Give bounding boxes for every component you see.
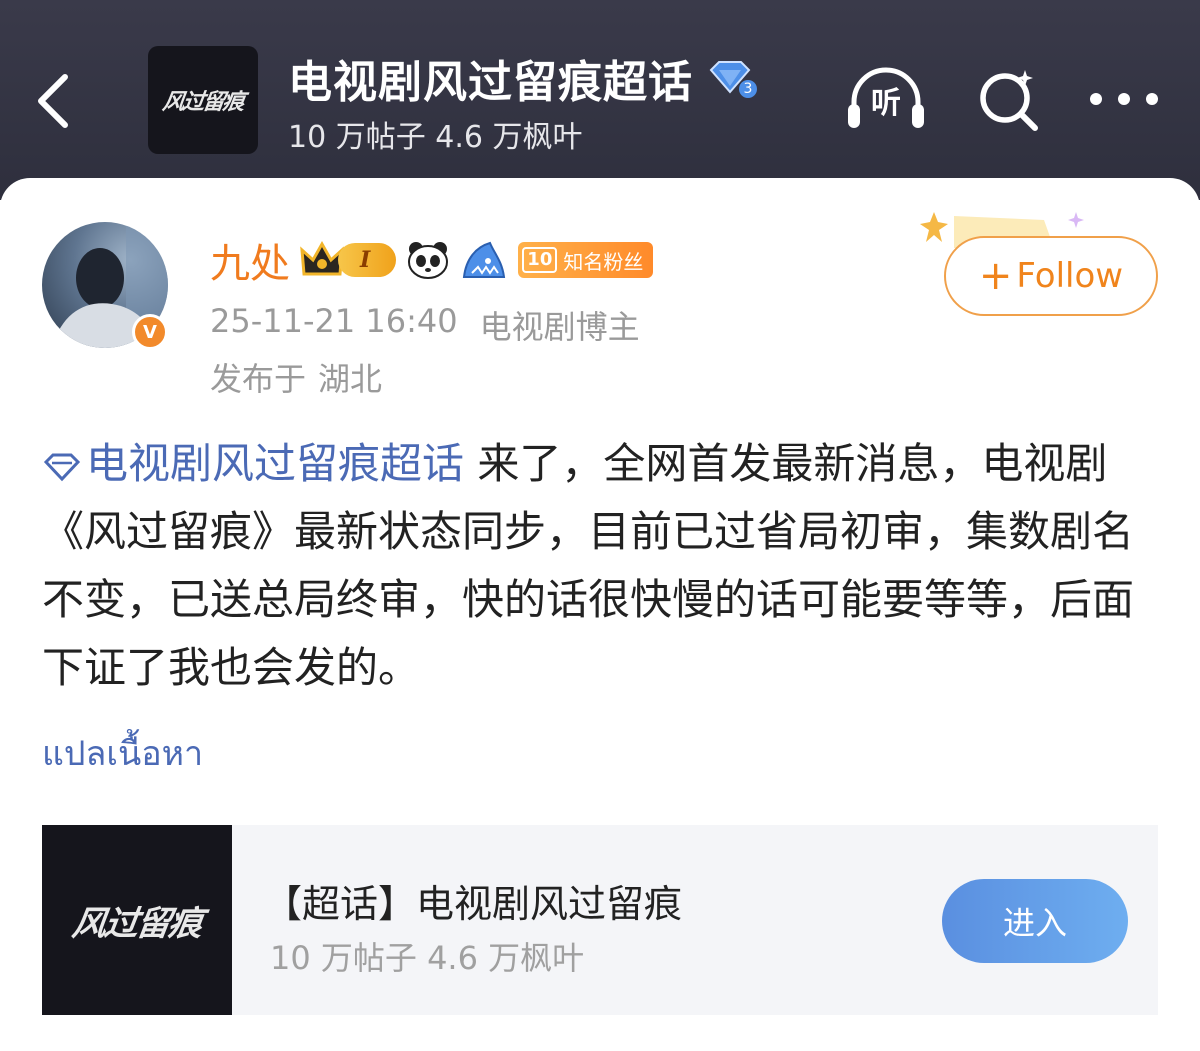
more-icon <box>1090 93 1158 105</box>
post-meta: 25-11-21 16:40 电视剧博主 <box>210 302 640 348</box>
shark-icon[interactable] <box>460 239 508 281</box>
post-timestamp: 25-11-21 16:40 <box>210 302 458 340</box>
topic-hashtag-link[interactable]: 电视剧风过留痕超话 <box>42 439 464 488</box>
listen-button[interactable]: 听 <box>844 64 928 134</box>
more-button[interactable] <box>1082 64 1166 134</box>
headphones-icon: 听 <box>846 66 926 132</box>
listen-char: 听 <box>871 86 901 121</box>
crown-level: I <box>338 243 397 277</box>
diamond-topic-icon <box>43 453 81 481</box>
topic-logo-text: 风过留痕 <box>160 89 245 115</box>
translate-link[interactable]: แปลเนื้อหา <box>42 726 203 780</box>
topic-card-title: 【超话】电视剧风过留痕 <box>264 882 683 926</box>
topic-card-logo-text: 风过留痕 <box>69 903 204 944</box>
back-button[interactable] <box>28 68 78 134</box>
post-card: V 九处 I 10 知名粉丝 25-11-21 16:40 电视剧博主 发布于 … <box>0 178 1200 1051</box>
diamond-level-number: 3 <box>739 80 757 98</box>
fan-level-badge[interactable]: 10 知名粉丝 <box>518 242 654 278</box>
fan-level-label: 知名粉丝 <box>563 249 644 274</box>
post-text: 电视剧风过留痕超话 来了，全网首发最新消息，电视剧《风过留痕》最新状态同步，目前… <box>42 430 1162 702</box>
header-stats: 10 万帖子 4.6 万枫叶 <box>288 120 583 155</box>
search-button[interactable] <box>966 64 1050 134</box>
chevron-left-icon <box>38 74 68 128</box>
topic-logo[interactable]: 风过留痕 <box>148 46 258 154</box>
topic-hashtag-text: 电视剧风过留痕超话 <box>86 439 465 488</box>
diamond-level-icon: 3 <box>707 58 757 98</box>
topic-card-stats: 10 万帖子 4.6 万枫叶 <box>270 939 585 977</box>
post-location: 发布于 湖北 <box>210 354 382 400</box>
topic-card[interactable]: 风过留痕 【超话】电视剧风过留痕 10 万帖子 4.6 万枫叶 进入 <box>42 825 1158 1015</box>
page-title: 电视剧风过留痕超话 <box>288 57 693 108</box>
location-value: 湖北 <box>318 360 383 398</box>
follow-button[interactable]: + Follow <box>944 236 1158 316</box>
panda-icon[interactable] <box>406 240 450 280</box>
verified-badge: V <box>132 314 168 350</box>
search-icon <box>980 70 1038 131</box>
author-name[interactable]: 九处 <box>210 231 290 289</box>
author-row: 九处 I 10 知名粉丝 <box>210 231 654 289</box>
member-crown-badge[interactable]: I <box>300 240 397 280</box>
enter-button[interactable]: 进入 <box>942 879 1128 963</box>
fan-level-number: 10 <box>522 247 558 273</box>
topic-card-logo: 风过留痕 <box>42 825 232 1015</box>
topic-header: 风过留痕 电视剧风过留痕超话 3 10 万帖子 4.6 万枫叶 听 <box>0 0 1200 200</box>
header-title-row: 电视剧风过留痕超话 3 <box>288 50 757 108</box>
author-tag: 电视剧博主 <box>479 308 640 346</box>
follow-label: Follow <box>1016 256 1124 296</box>
plus-icon: + <box>978 253 1013 299</box>
location-prefix: 发布于 <box>210 360 307 398</box>
